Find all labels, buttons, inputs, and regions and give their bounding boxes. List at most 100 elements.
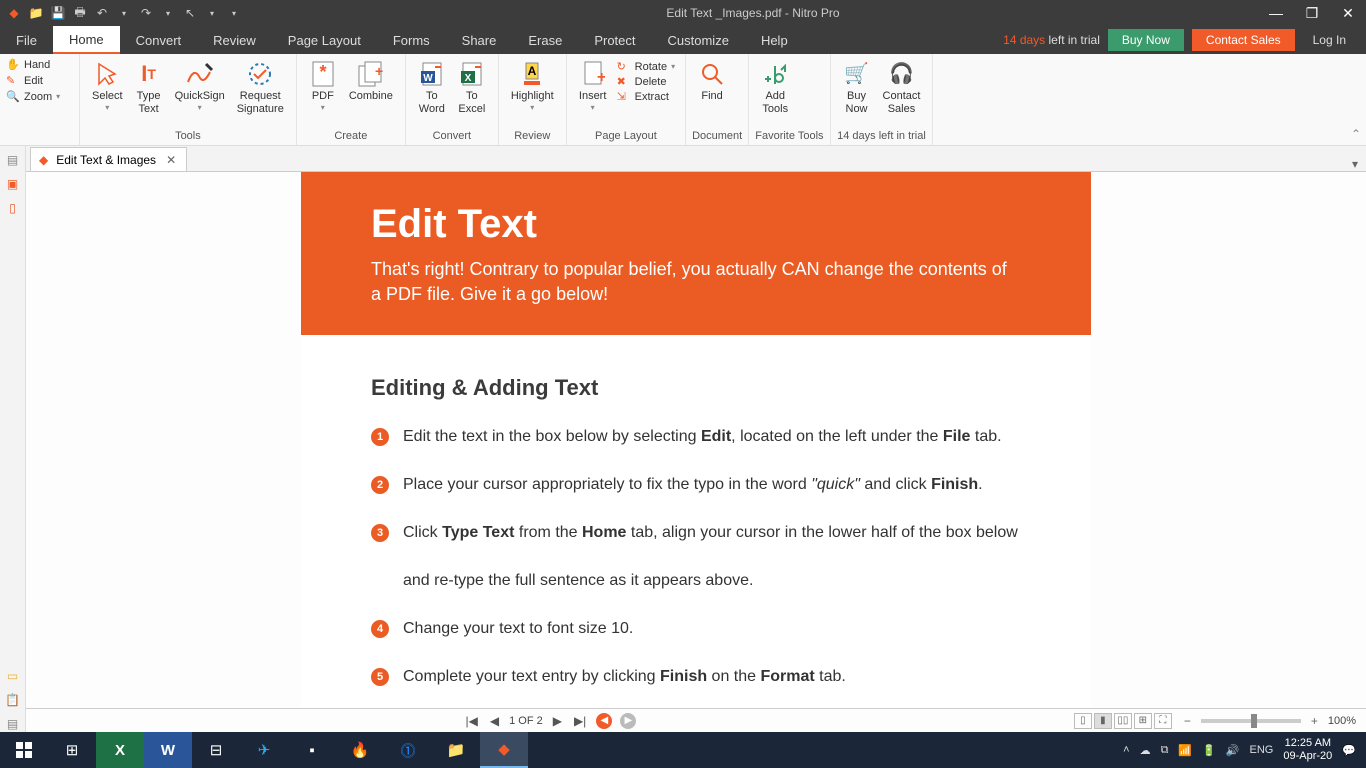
- tray-language[interactable]: ENG: [1250, 744, 1274, 756]
- login-button[interactable]: Log In: [1303, 33, 1356, 47]
- menu-bar: File Home Convert Review Page Layout For…: [0, 26, 1366, 54]
- contact-sales-button[interactable]: Contact Sales: [1192, 29, 1295, 51]
- first-page-button[interactable]: |◀: [464, 714, 480, 728]
- buy-now-ribbon-button[interactable]: 🛒Buy Now: [837, 58, 877, 118]
- start-button[interactable]: [0, 732, 48, 768]
- output-panel-icon[interactable]: ▤: [5, 716, 21, 732]
- prev-page-button[interactable]: ◀: [488, 714, 501, 728]
- extract-button[interactable]: ⇲Extract: [617, 90, 675, 103]
- single-page-view[interactable]: ▯: [1074, 713, 1092, 729]
- tray-battery-icon[interactable]: 🔋: [1202, 744, 1216, 757]
- document-tab[interactable]: ◆ Edit Text & Images ✕: [30, 147, 187, 171]
- highlight-button[interactable]: AHighlight▾: [505, 58, 560, 115]
- taskbar-nitro-icon[interactable]: ◆: [480, 732, 528, 768]
- bookmarks-panel-icon[interactable]: ▣: [5, 176, 21, 192]
- delete-button[interactable]: ✖Delete: [617, 75, 675, 88]
- redo-icon[interactable]: ↷: [138, 5, 154, 21]
- close-tab-button[interactable]: ✕: [164, 153, 178, 167]
- tray-wifi-icon[interactable]: 📶: [1178, 744, 1192, 757]
- tray-onedrive-icon[interactable]: ☁: [1140, 744, 1151, 757]
- svg-text:X: X: [465, 73, 472, 84]
- tray-volume-icon[interactable]: 🔊: [1226, 744, 1240, 757]
- combine-button[interactable]: +Combine: [343, 58, 399, 105]
- minimize-button[interactable]: —: [1258, 0, 1294, 26]
- cursor-drop-icon[interactable]: ▾: [204, 5, 220, 21]
- last-page-button[interactable]: ▶|: [572, 714, 588, 728]
- signatures-panel-icon[interactable]: ▯: [5, 200, 21, 216]
- undo-drop-icon[interactable]: ▾: [116, 5, 132, 21]
- tab-customize[interactable]: Customize: [652, 26, 745, 54]
- taskbar-word-icon[interactable]: W: [144, 732, 192, 768]
- zoom-tool[interactable]: 🔍Zoom ▾: [6, 90, 73, 103]
- tab-overflow-button[interactable]: ▾: [1344, 157, 1366, 171]
- tab-page-layout[interactable]: Page Layout: [272, 26, 377, 54]
- add-tools-button[interactable]: Add Tools: [755, 58, 795, 118]
- maximize-button[interactable]: ❐: [1294, 0, 1330, 26]
- request-signature-button[interactable]: Request Signature: [231, 58, 290, 118]
- attachments-panel-icon[interactable]: 📋: [5, 692, 21, 708]
- cursor-tool-icon[interactable]: ↖: [182, 5, 198, 21]
- edit-tool[interactable]: ✎Edit: [6, 74, 73, 87]
- tray-notifications-icon[interactable]: 💬: [1342, 744, 1356, 757]
- taskbar-explorer-icon[interactable]: 📁: [432, 732, 480, 768]
- taskbar-excel-icon[interactable]: X: [96, 732, 144, 768]
- tab-erase[interactable]: Erase: [512, 26, 578, 54]
- tray-overflow-icon[interactable]: ˄: [1123, 744, 1129, 756]
- clock[interactable]: 12:25 AM 09-Apr-20: [1283, 737, 1332, 763]
- open-folder-icon[interactable]: 📁: [28, 5, 44, 21]
- edit-icon: ✎: [6, 74, 20, 87]
- save-icon[interactable]: 💾: [50, 5, 66, 21]
- next-page-button[interactable]: ▶: [551, 714, 564, 728]
- type-text-button[interactable]: ITType Text: [129, 58, 169, 118]
- collapse-ribbon-button[interactable]: ⌃: [1346, 54, 1366, 145]
- undo-icon[interactable]: ↶: [94, 5, 110, 21]
- quicksign-button[interactable]: QuickSign▾: [169, 58, 231, 115]
- continuous-view[interactable]: ▮: [1094, 713, 1112, 729]
- find-button[interactable]: Find: [692, 58, 732, 105]
- zoom-slider[interactable]: [1201, 719, 1301, 723]
- pdf-button[interactable]: *PDF▾: [303, 58, 343, 115]
- tab-share[interactable]: Share: [446, 26, 513, 54]
- tab-home[interactable]: Home: [53, 26, 120, 54]
- hand-tool[interactable]: ✋Hand: [6, 58, 73, 71]
- redo-drop-icon[interactable]: ▾: [160, 5, 176, 21]
- comment-panel-icon[interactable]: ▭: [5, 668, 21, 684]
- page-header: Edit Text That's right! Contrary to popu…: [301, 172, 1091, 335]
- taskbar-terminal-icon[interactable]: ▪: [288, 732, 336, 768]
- zoom-out-button[interactable]: −: [1180, 714, 1195, 728]
- tab-help[interactable]: Help: [745, 26, 804, 54]
- tab-protect[interactable]: Protect: [578, 26, 651, 54]
- rotate-button[interactable]: ↻Rotate ▾: [617, 60, 675, 73]
- type-text-icon: IT: [135, 60, 163, 88]
- step-text: Complete your text entry by clicking Fin…: [403, 665, 846, 689]
- zoom-in-button[interactable]: +: [1307, 714, 1322, 728]
- buy-now-button[interactable]: Buy Now: [1108, 29, 1184, 51]
- tab-forms[interactable]: Forms: [377, 26, 446, 54]
- taskbar-firefox-icon[interactable]: 🔥: [336, 732, 384, 768]
- qat-drop-icon[interactable]: ▾: [226, 5, 242, 21]
- taskbar-1password-icon[interactable]: ⓵: [384, 732, 432, 768]
- tab-convert[interactable]: Convert: [120, 26, 198, 54]
- tab-file[interactable]: File: [0, 26, 53, 54]
- facing-continuous-view[interactable]: ⊞: [1134, 713, 1152, 729]
- task-view-button[interactable]: ⊞: [48, 732, 96, 768]
- step-item: 5Complete your text entry by clicking Fi…: [371, 665, 1021, 689]
- tray-dropbox-icon[interactable]: ⧉: [1161, 744, 1169, 757]
- insert-button[interactable]: +Insert▾: [573, 58, 613, 115]
- facing-view[interactable]: ▯▯: [1114, 713, 1132, 729]
- taskbar-calculator-icon[interactable]: ⊟: [192, 732, 240, 768]
- nav-back-button[interactable]: ◀: [596, 713, 612, 729]
- tab-review[interactable]: Review: [197, 26, 272, 54]
- contact-sales-ribbon-button[interactable]: 🎧Contact Sales: [877, 58, 927, 118]
- taskbar-telegram-icon[interactable]: ✈: [240, 732, 288, 768]
- close-button[interactable]: ✕: [1330, 0, 1366, 26]
- to-word-button[interactable]: WTo Word: [412, 58, 452, 118]
- select-button[interactable]: Select▾: [86, 58, 129, 115]
- fullscreen-view[interactable]: ⛶: [1154, 713, 1172, 729]
- ribbon-group-review: AHighlight▾ Review: [499, 54, 567, 145]
- to-excel-button[interactable]: XTo Excel: [452, 58, 492, 118]
- print-icon[interactable]: 🖶: [72, 5, 88, 21]
- nav-forward-button[interactable]: ▶: [620, 713, 636, 729]
- document-canvas[interactable]: Edit Text That's right! Contrary to popu…: [26, 172, 1366, 708]
- pages-panel-icon[interactable]: ▤: [5, 152, 21, 168]
